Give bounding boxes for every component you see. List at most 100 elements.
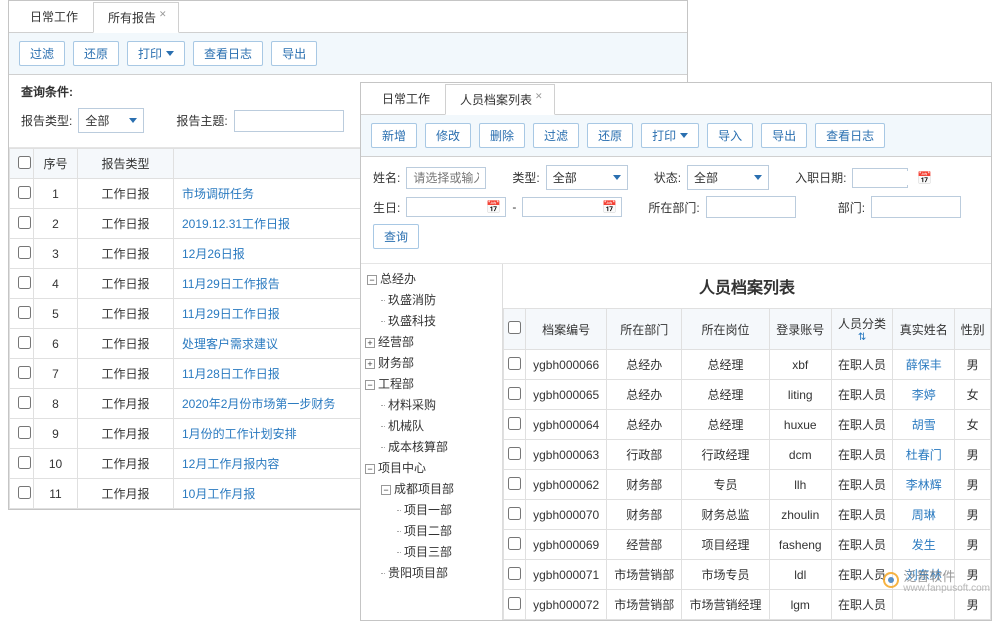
tree-node[interactable]: 成本核算部 (388, 440, 448, 454)
tree-node[interactable]: 项目三部 (404, 545, 452, 559)
row-check[interactable] (508, 447, 521, 460)
toolbar-btn-2[interactable]: 删除 (479, 123, 525, 148)
row-check[interactable] (18, 276, 31, 289)
dept-input[interactable] (706, 196, 796, 218)
close-icon[interactable]: ✕ (159, 9, 167, 19)
person-link[interactable]: 薛保丰 (906, 358, 942, 372)
toolbar-btn-8[interactable]: 查看日志 (815, 123, 885, 148)
table-row[interactable]: ygbh000062财务部专员llh在职人员李林辉男 (504, 470, 991, 500)
toolbar-btn-3[interactable]: 过滤 (533, 123, 579, 148)
tree-toggle[interactable]: − (365, 464, 375, 474)
filter-button[interactable]: 过滤 (19, 41, 65, 66)
report-link[interactable]: 2019.12.31工作日报 (182, 217, 290, 231)
table-row[interactable]: ygbh000070财务部财务总监zhoulin在职人员周琳男 (504, 500, 991, 530)
col-head[interactable]: 人员分类⇅ (831, 309, 893, 350)
select-all-b[interactable] (508, 321, 521, 334)
row-check[interactable] (18, 396, 31, 409)
report-link[interactable]: 10月工作月报 (182, 487, 255, 501)
row-check[interactable] (18, 456, 31, 469)
tree-toggle[interactable]: − (365, 380, 375, 390)
tree-node[interactable]: 材料采购 (388, 398, 436, 412)
tree-toggle[interactable]: − (381, 485, 391, 495)
person-link[interactable]: 李林辉 (906, 478, 942, 492)
name-input[interactable] (406, 167, 486, 189)
toolbar-btn-7[interactable]: 导出 (761, 123, 807, 148)
table-row[interactable]: ygbh000063行政部行政经理dcm在职人员杜春门男 (504, 440, 991, 470)
row-check[interactable] (508, 477, 521, 490)
row-check[interactable] (508, 507, 521, 520)
tree-toggle[interactable]: − (367, 275, 377, 285)
table-row[interactable]: ygbh000065总经办总经理liting在职人员李婷女 (504, 380, 991, 410)
tree-node[interactable]: 项目中心 (378, 461, 426, 475)
tree-node[interactable]: 财务部 (378, 356, 414, 370)
tree-node[interactable]: 成都项目部 (394, 482, 454, 496)
viewlog-button[interactable]: 查看日志 (193, 41, 263, 66)
report-topic-input[interactable] (234, 110, 344, 132)
report-link[interactable]: 2020年2月份市场第一步财务 (182, 397, 335, 411)
toolbar-btn-5[interactable]: 打印 (641, 123, 699, 148)
report-link[interactable]: 12月工作月报内容 (182, 457, 279, 471)
report-link[interactable]: 11月29日工作日报 (182, 307, 280, 321)
export-button[interactable]: 导出 (271, 41, 317, 66)
row-check[interactable] (18, 216, 31, 229)
report-link[interactable]: 12月26日报 (182, 247, 245, 261)
report-link[interactable]: 1月份的工作计划安排 (182, 427, 297, 441)
row-check[interactable] (508, 417, 521, 430)
col-head[interactable]: 真实姓名 (893, 309, 955, 350)
row-check[interactable] (508, 567, 521, 580)
row-check[interactable] (508, 357, 521, 370)
select-all-a[interactable] (18, 156, 31, 169)
row-check[interactable] (508, 597, 521, 610)
tree-node[interactable]: 总经办 (380, 272, 416, 286)
tree-node[interactable]: 玖盛消防 (388, 293, 436, 307)
tab-all-reports[interactable]: 所有报告✕ (93, 2, 179, 33)
table-row[interactable]: ygbh000064总经办总经理huxue在职人员胡雪女 (504, 410, 991, 440)
row-check[interactable] (18, 366, 31, 379)
person-link[interactable]: 杜春门 (906, 448, 942, 462)
tree-node[interactable]: 机械队 (388, 419, 424, 433)
toolbar-btn-6[interactable]: 导入 (707, 123, 753, 148)
tree-node[interactable]: 贵阳项目部 (388, 566, 448, 580)
row-check[interactable] (18, 486, 31, 499)
person-link[interactable]: 周琳 (912, 508, 936, 522)
report-link[interactable]: 11月28日工作日报 (182, 367, 280, 381)
table-row[interactable]: ygbh000069经营部项目经理fasheng在职人员发生男 (504, 530, 991, 560)
row-check[interactable] (18, 336, 31, 349)
dept2-input[interactable] (871, 196, 961, 218)
table-row[interactable]: ygbh000066总经办总经理xbf在职人员薛保丰男 (504, 350, 991, 380)
reset-button[interactable]: 还原 (73, 41, 119, 66)
row-check[interactable] (508, 537, 521, 550)
type-select[interactable]: 全部 (546, 165, 628, 190)
row-check[interactable] (18, 306, 31, 319)
report-link[interactable]: 市场调研任务 (182, 187, 254, 201)
col-head[interactable]: 性别 (955, 309, 991, 350)
tree-toggle[interactable]: + (365, 338, 375, 348)
tree-node[interactable]: 玖盛科技 (388, 314, 436, 328)
report-type-select[interactable]: 全部 (78, 108, 144, 133)
tree-node[interactable]: 项目一部 (404, 503, 452, 517)
tree-node[interactable]: 项目二部 (404, 524, 452, 538)
col-head[interactable]: 所在部门 (607, 309, 682, 350)
tree-node[interactable]: 工程部 (378, 377, 414, 391)
status-select[interactable]: 全部 (687, 165, 769, 190)
tab-personnel[interactable]: 人员档案列表✕ (445, 84, 555, 115)
table-row[interactable]: ygbh000072市场营销部市场营销经理lgm在职人员男 (504, 590, 991, 620)
toolbar-btn-4[interactable]: 还原 (587, 123, 633, 148)
tab-daily-a[interactable]: 日常工作 (15, 1, 93, 32)
col-head[interactable]: 所在岗位 (682, 309, 770, 350)
report-link[interactable]: 处理客户需求建议 (182, 337, 278, 351)
close-icon[interactable]: ✕ (535, 91, 543, 101)
report-link[interactable]: 11月29日工作报告 (182, 277, 280, 291)
tree-toggle[interactable]: + (365, 359, 375, 369)
row-check[interactable] (18, 246, 31, 259)
person-link[interactable]: 发生 (912, 538, 936, 552)
hire-date[interactable]: 📅 (852, 168, 908, 188)
tab-daily-b[interactable]: 日常工作 (367, 83, 445, 114)
col-head[interactable]: 档案编号 (526, 309, 607, 350)
query-button[interactable]: 查询 (373, 224, 419, 249)
toolbar-btn-0[interactable]: 新增 (371, 123, 417, 148)
row-check[interactable] (18, 426, 31, 439)
birth-from[interactable]: 📅 (406, 197, 506, 217)
col-head[interactable]: 登录账号 (769, 309, 831, 350)
row-check[interactable] (18, 186, 31, 199)
